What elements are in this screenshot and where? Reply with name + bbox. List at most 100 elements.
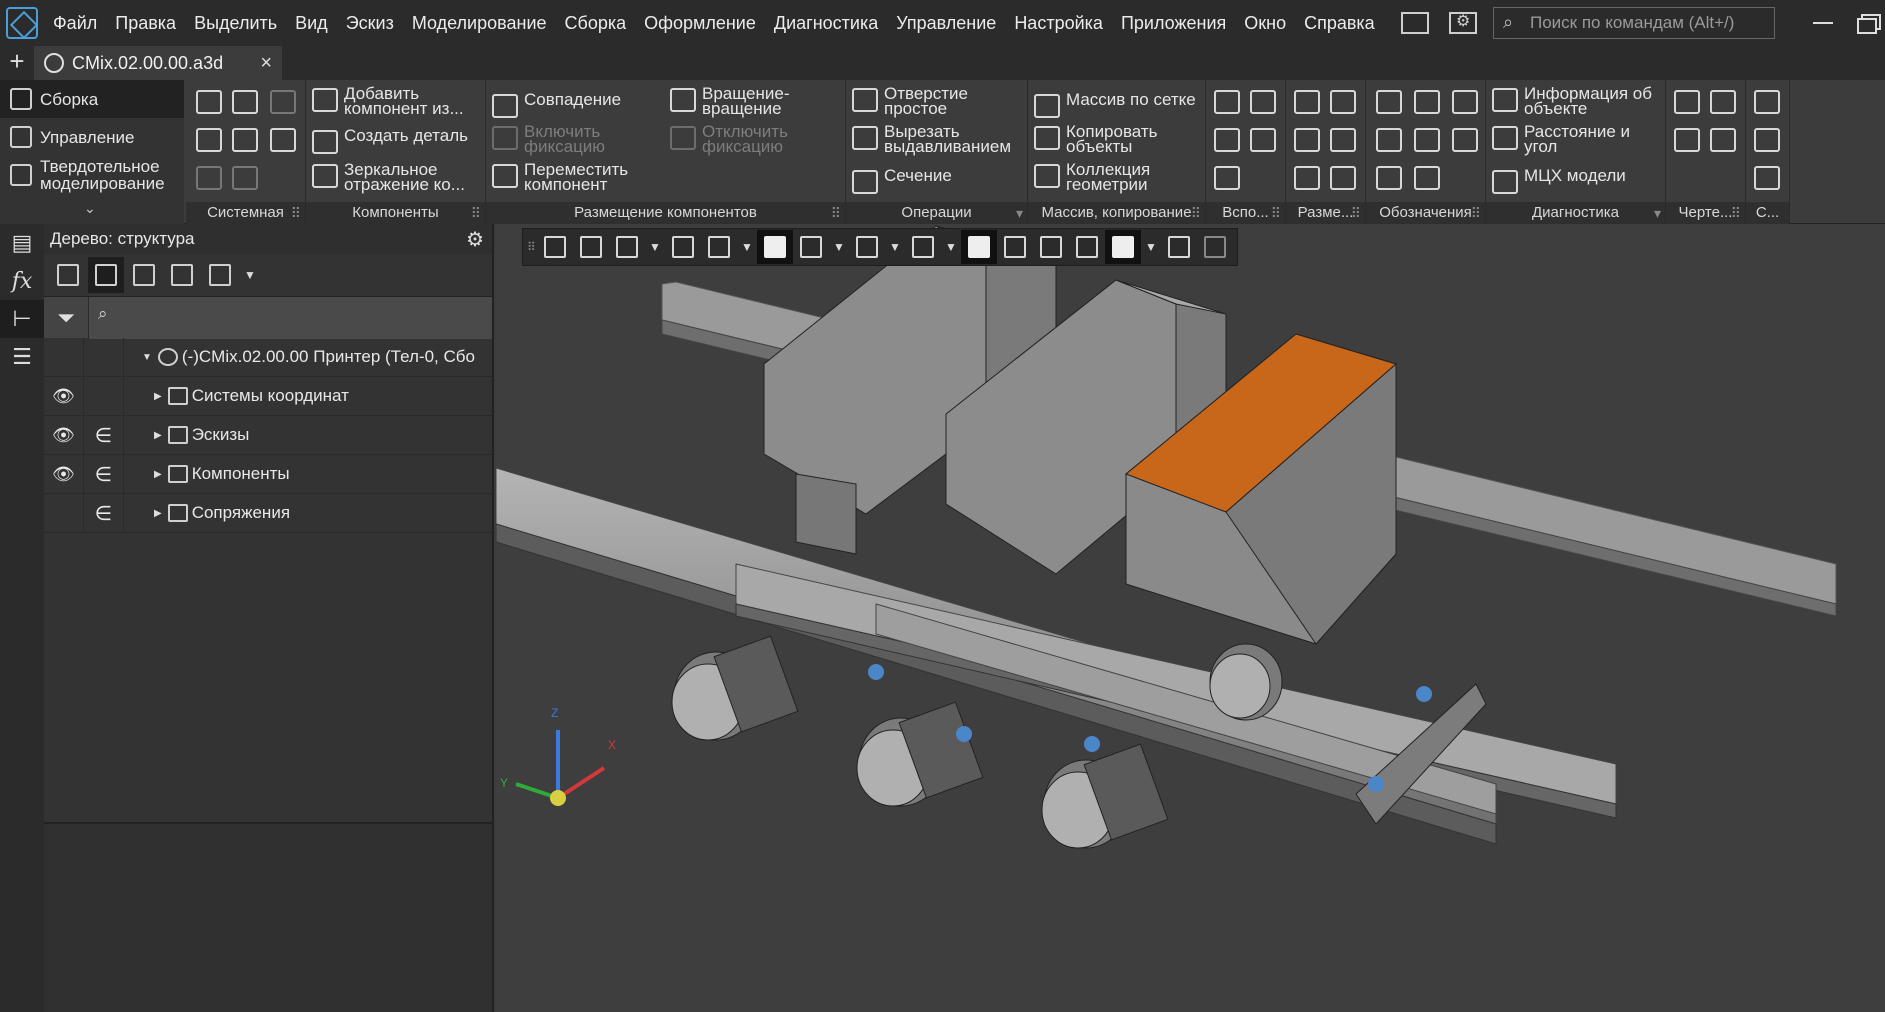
rotation-rotation-button[interactable]: Вращение- вращение: [670, 85, 790, 117]
linear-dim-icon[interactable]: [1294, 90, 1320, 114]
menu-item-13[interactable]: Справка: [1295, 0, 1384, 46]
copy-objects-button[interactable]: Копировать объекты: [1034, 123, 1158, 155]
visibility-eye-icon[interactable]: 👁: [44, 454, 84, 494]
spec-icon[interactable]: [1710, 90, 1736, 114]
tree-settings-gear-icon[interactable]: ⚙: [466, 227, 484, 252]
roughness-icon[interactable]: [1414, 128, 1440, 152]
menu-item-11[interactable]: Приложения: [1112, 0, 1235, 46]
menu-item-1[interactable]: Правка: [106, 0, 185, 46]
plane-icon[interactable]: [1214, 128, 1240, 152]
radius-dim-icon[interactable]: [1294, 128, 1320, 152]
menu-item-6[interactable]: Сборка: [556, 0, 636, 46]
menu-item-9[interactable]: Управление: [887, 0, 1005, 46]
menu-item-10[interactable]: Настройка: [1005, 0, 1112, 46]
search-attribute-icon[interactable]: [1754, 128, 1780, 152]
zoom-dropdown-chevron-icon[interactable]: ▼: [645, 240, 665, 254]
position-icon[interactable]: [1452, 128, 1478, 152]
include-in-calc-icon[interactable]: [84, 376, 124, 416]
menu-item-5[interactable]: Моделирование: [403, 0, 556, 46]
preview-icon[interactable]: [232, 128, 258, 152]
group-label-diagnostics[interactable]: Диагностика ▾: [1486, 202, 1665, 224]
tree-select-icon[interactable]: [164, 257, 200, 293]
kompas-logo-icon[interactable]: [6, 7, 38, 39]
section-button[interactable]: Сечение: [852, 167, 952, 194]
command-search-input[interactable]: ⌕ Поиск по командам (Alt+/): [1493, 7, 1775, 39]
document-tab[interactable]: CMix.02.00.00.a3d ×: [34, 46, 282, 80]
tree-filter-list-icon[interactable]: [202, 257, 238, 293]
minimize-icon[interactable]: [1807, 10, 1839, 36]
undo-icon[interactable]: [196, 166, 222, 190]
expand-caret-icon[interactable]: ▶: [154, 430, 162, 441]
component-view-icon[interactable]: [1033, 230, 1069, 264]
grid-array-button[interactable]: Массив по сетке: [1034, 91, 1196, 118]
ribbon-collapse-chevron-icon[interactable]: ⌄: [84, 200, 96, 217]
datum-icon[interactable]: [1414, 90, 1440, 114]
object-info-button[interactable]: Информация об объекте: [1492, 85, 1652, 117]
settings-icon[interactable]: [1449, 11, 1477, 34]
wireframe-mode-icon[interactable]: [793, 230, 829, 264]
move-component-button[interactable]: Переместить компонент: [492, 161, 628, 193]
tree-icon[interactable]: ⊢: [0, 300, 44, 338]
variables-icon[interactable]: fx: [0, 262, 44, 300]
mirror-component-button[interactable]: Зеркальное отражение ко...: [312, 161, 465, 193]
link-icon[interactable]: [1754, 166, 1780, 190]
exploded-view-icon[interactable]: [961, 230, 997, 264]
visibility-eye-icon[interactable]: [44, 493, 84, 533]
layers-icon[interactable]: ☰: [0, 338, 44, 376]
group-label-operations[interactable]: Операции ▾: [846, 202, 1027, 224]
create-part-button[interactable]: Создать деталь: [312, 127, 468, 154]
tree-row-root[interactable]: ▼ (-)CMix.02.00.00 Принтер (Тел-0, Сбо: [44, 337, 492, 377]
drawing-view-icon[interactable]: [1674, 90, 1700, 114]
visibility-eye-icon[interactable]: 👁: [44, 415, 84, 455]
zoom-icon[interactable]: [609, 230, 645, 264]
expand-caret-icon[interactable]: ▶: [154, 391, 162, 402]
filter-funnel-icon[interactable]: ⏷: [44, 305, 88, 331]
curve-icon[interactable]: [1214, 166, 1240, 190]
menu-item-3[interactable]: Вид: [286, 0, 337, 46]
hide-icon[interactable]: [849, 230, 885, 264]
eyedropper-icon[interactable]: [1197, 230, 1233, 264]
toolbar-grip-icon[interactable]: ⠿: [527, 240, 537, 254]
assoc-view-icon[interactable]: [1674, 128, 1700, 152]
perspective-icon[interactable]: [1069, 230, 1105, 264]
save-icon[interactable]: [270, 90, 296, 114]
point-icon[interactable]: [1214, 90, 1240, 114]
tree-row[interactable]: 👁 ∈ ▶ Эскизы: [44, 415, 492, 455]
table-icon[interactable]: [1710, 128, 1736, 152]
include-in-calc-icon[interactable]: ∈: [84, 415, 124, 455]
visibility-icon[interactable]: [905, 230, 941, 264]
coincidence-button[interactable]: Совпадение: [492, 91, 621, 118]
visibility-dropdown-chevron-icon[interactable]: ▼: [941, 240, 961, 254]
enable-fix-button[interactable]: Включить фиксацию: [492, 123, 605, 155]
lcs-icon[interactable]: [1250, 128, 1276, 152]
sketch-view-icon[interactable]: [537, 230, 573, 264]
add-component-button[interactable]: Добавить компонент из...: [312, 85, 464, 117]
measure-icon[interactable]: [1161, 230, 1197, 264]
orientation-icon[interactable]: [701, 230, 737, 264]
redo-icon[interactable]: [232, 166, 258, 190]
distance-angle-button[interactable]: Расстояние и угол: [1492, 123, 1630, 155]
auto-dim-icon[interactable]: [1294, 166, 1320, 190]
properties-icon[interactable]: ▤: [0, 224, 44, 262]
tree-build-order-icon[interactable]: [50, 257, 86, 293]
filter-dropdown-chevron-icon[interactable]: ▼: [1141, 240, 1161, 254]
add-attribute-icon[interactable]: [1754, 90, 1780, 114]
interface-layout-icon[interactable]: [1401, 12, 1429, 34]
print-icon[interactable]: [196, 128, 222, 152]
include-in-calc-icon[interactable]: ∈: [84, 454, 124, 494]
dim-arrow-icon[interactable]: [1330, 166, 1356, 190]
mark-icon[interactable]: [1376, 166, 1402, 190]
tree-structure-icon[interactable]: [88, 257, 124, 293]
tree-row[interactable]: ∈ ▶ Сопряжения: [44, 493, 492, 533]
tolerance-icon[interactable]: [1414, 166, 1440, 190]
disable-fix-button[interactable]: Отключить фиксацию: [670, 123, 788, 155]
restore-icon[interactable]: [1853, 10, 1885, 36]
ribbon-tab-assembly[interactable]: Сборка: [0, 80, 184, 118]
menu-item-2[interactable]: Выделить: [185, 0, 286, 46]
new-file-icon[interactable]: [196, 90, 222, 114]
simple-hole-button[interactable]: Отверстие простое: [852, 85, 968, 117]
leader-icon[interactable]: [1376, 128, 1402, 152]
visibility-eye-icon[interactable]: 👁: [44, 376, 84, 416]
ribbon-tab-management[interactable]: Управление: [0, 118, 184, 156]
angle-dim-icon[interactable]: [1330, 90, 1356, 114]
